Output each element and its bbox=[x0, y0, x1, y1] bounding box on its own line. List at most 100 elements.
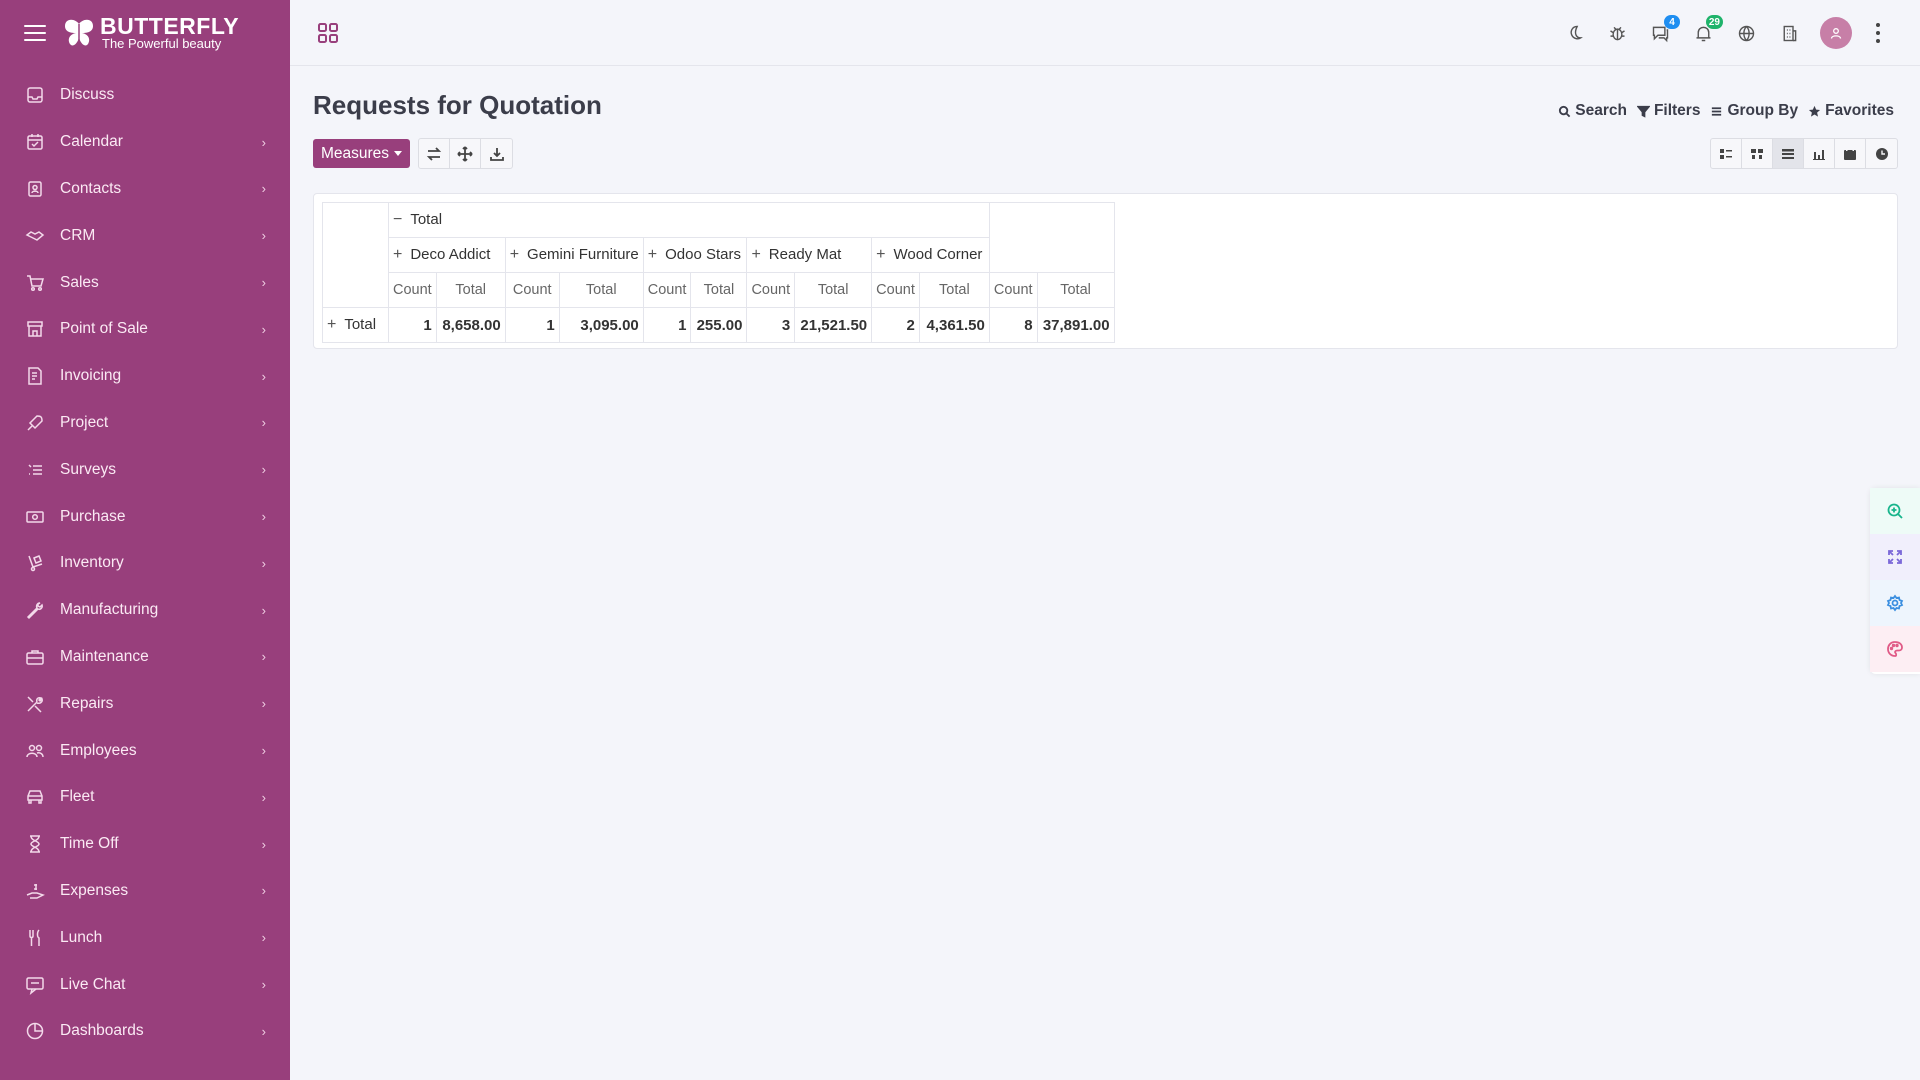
measure-header-total[interactable]: Total bbox=[794, 272, 873, 308]
caret-down-icon bbox=[394, 151, 403, 156]
view-activity-button[interactable] bbox=[1866, 139, 1897, 168]
sidebar-item-label: Live Chat bbox=[60, 975, 126, 993]
measure-header-total[interactable]: Total bbox=[1036, 272, 1115, 308]
sidebar-item-discuss[interactable]: Discuss bbox=[0, 72, 290, 119]
sidebar-item-lunch[interactable]: Lunch › bbox=[0, 914, 290, 961]
sidebar-item-label: Repairs bbox=[60, 694, 114, 712]
measure-header-total[interactable]: Total bbox=[558, 272, 644, 308]
search-toggle[interactable]: Search bbox=[1558, 102, 1627, 120]
measure-header-total[interactable]: Total bbox=[435, 272, 506, 308]
sidebar-item-sales[interactable]: Sales › bbox=[0, 259, 290, 306]
sidebar-item-calendar[interactable]: Calendar › bbox=[0, 119, 290, 166]
sidebar-item-crm[interactable]: CRM › bbox=[0, 212, 290, 259]
col-header-vendor[interactable]: + Wood Corner bbox=[871, 237, 990, 273]
user-avatar[interactable] bbox=[1820, 17, 1852, 49]
measure-header-count[interactable]: Count bbox=[388, 272, 437, 308]
chevron-right-icon: › bbox=[261, 275, 266, 291]
star-icon bbox=[1809, 105, 1821, 117]
hamburger-menu-icon[interactable] bbox=[24, 25, 46, 41]
expand-all-button[interactable] bbox=[450, 139, 482, 168]
view-graph-button[interactable] bbox=[1804, 139, 1835, 168]
sidebar-item-label: Dashboards bbox=[60, 1022, 144, 1040]
col-header-vendor[interactable]: + Odoo Stars bbox=[642, 237, 748, 273]
view-pivot-button[interactable] bbox=[1773, 139, 1804, 168]
row-header-total[interactable]: + Total bbox=[322, 307, 389, 343]
measures-button[interactable]: Measures bbox=[313, 139, 411, 168]
debug-bug-icon[interactable] bbox=[1605, 21, 1629, 45]
sidebar-item-employees[interactable]: Employees › bbox=[0, 727, 290, 774]
sidebar-item-dashboards[interactable]: Dashboards › bbox=[0, 1008, 290, 1055]
sidebar-item-maintenance[interactable]: Maintenance › bbox=[0, 634, 290, 681]
theme-button[interactable] bbox=[1870, 626, 1920, 672]
group-by-toggle[interactable]: Group By bbox=[1710, 102, 1798, 120]
sidebar-item-fleet[interactable]: Fleet › bbox=[0, 774, 290, 821]
sidebar-item-time-off[interactable]: Time Off › bbox=[0, 821, 290, 868]
sidebar-item-expenses[interactable]: Expenses › bbox=[0, 868, 290, 915]
measure-header-count[interactable]: Count bbox=[988, 272, 1038, 308]
chevron-right-icon: › bbox=[261, 228, 266, 244]
zoom-button[interactable] bbox=[1870, 488, 1920, 534]
col-header-vendor[interactable]: + Deco Addict bbox=[388, 237, 506, 273]
more-options-icon[interactable] bbox=[1866, 21, 1890, 45]
pivot-toolbar: Measures bbox=[313, 138, 514, 169]
expand-plus-icon: + bbox=[647, 246, 658, 263]
expand-plus-icon: + bbox=[327, 316, 337, 333]
col-header-vendor[interactable]: + Gemini Furniture bbox=[504, 237, 644, 273]
view-kanban-button[interactable] bbox=[1742, 139, 1773, 168]
logo[interactable]: BUTTERFLY The Powerful beauty bbox=[62, 15, 239, 51]
sidebar-item-label: Contacts bbox=[60, 179, 122, 197]
chevron-right-icon: › bbox=[261, 977, 266, 993]
apps-grid-icon[interactable] bbox=[316, 21, 340, 45]
sidebar-item-point-of-sale[interactable]: Point of Sale › bbox=[0, 306, 290, 353]
grand-count: 8 bbox=[988, 307, 1038, 343]
settings-button[interactable] bbox=[1870, 580, 1920, 626]
swap-arrows-icon bbox=[426, 146, 442, 161]
chevron-right-icon: › bbox=[261, 1023, 266, 1039]
dark-mode-moon-icon[interactable] bbox=[1562, 21, 1586, 45]
messages-icon[interactable]: 4 bbox=[1648, 15, 1680, 45]
measure-header-count[interactable]: Count bbox=[642, 272, 692, 308]
measure-header-count[interactable]: Count bbox=[504, 272, 560, 308]
topbar-actions: 4 29 bbox=[1543, 15, 1890, 49]
pivot-corner bbox=[322, 202, 389, 308]
notifications-bell-icon[interactable]: 29 bbox=[1691, 15, 1723, 45]
page-title: Requests for Quotation bbox=[313, 90, 602, 120]
view-calendar-button[interactable] bbox=[1835, 139, 1866, 168]
user-icon bbox=[1830, 28, 1842, 39]
list-view-icon bbox=[1720, 148, 1732, 159]
sidebar-item-live-chat[interactable]: Live Chat › bbox=[0, 961, 290, 1008]
sidebar-item-label: Fleet bbox=[60, 788, 95, 806]
download-button[interactable] bbox=[481, 139, 512, 168]
sidebar-item-surveys[interactable]: Surveys › bbox=[0, 446, 290, 493]
floating-tools bbox=[1870, 488, 1920, 674]
cell-total: 8,658.00 bbox=[435, 307, 506, 343]
pivot-data-row: + Total 1 8,658.00 1 3,095.00 1 255.00 3 … bbox=[322, 307, 1115, 343]
cash-icon bbox=[24, 506, 46, 528]
tools-icon bbox=[24, 693, 46, 715]
sidebar-item-purchase[interactable]: Purchase › bbox=[0, 493, 290, 540]
company-building-icon[interactable] bbox=[1777, 21, 1801, 45]
measure-header-total[interactable]: Total bbox=[690, 272, 748, 308]
sidebar-item-project[interactable]: Project › bbox=[0, 400, 290, 447]
expand-plus-icon: + bbox=[751, 246, 761, 263]
measure-header-total[interactable]: Total bbox=[918, 272, 990, 308]
sidebar-item-manufacturing[interactable]: Manufacturing › bbox=[0, 587, 290, 634]
filters-toggle[interactable]: Filters bbox=[1636, 102, 1700, 120]
fullscreen-button[interactable] bbox=[1870, 534, 1920, 580]
sidebar-item-contacts[interactable]: Contacts › bbox=[0, 166, 290, 213]
col-header-total[interactable]: − Total bbox=[388, 202, 990, 238]
language-globe-icon[interactable] bbox=[1734, 21, 1758, 45]
inbox-icon bbox=[24, 84, 46, 106]
favorites-toggle[interactable]: Favorites bbox=[1808, 102, 1894, 120]
sidebar-item-repairs[interactable]: Repairs › bbox=[0, 680, 290, 727]
view-list-button[interactable] bbox=[1711, 139, 1742, 168]
measure-header-count[interactable]: Count bbox=[746, 272, 796, 308]
sidebar-item-inventory[interactable]: Inventory › bbox=[0, 540, 290, 587]
chat-icon bbox=[24, 974, 46, 996]
cell-count: 3 bbox=[746, 307, 796, 343]
measure-header-count[interactable]: Count bbox=[871, 272, 920, 308]
sidebar-item-invoicing[interactable]: Invoicing › bbox=[0, 353, 290, 400]
col-header-vendor[interactable]: + Ready Mat bbox=[746, 237, 873, 273]
users-icon bbox=[24, 740, 46, 762]
flip-axis-button[interactable] bbox=[419, 139, 451, 168]
